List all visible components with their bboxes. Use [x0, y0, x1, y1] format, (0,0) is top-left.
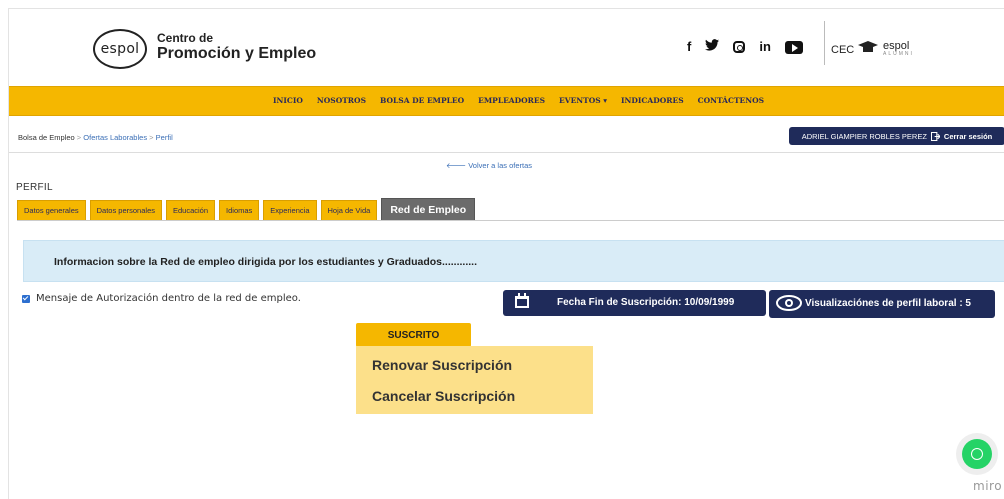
- profile-views-button[interactable]: Visualizaciónes de perfil laboral : 5: [769, 290, 995, 318]
- nav-item-eventos[interactable]: EVENTOS ▾: [559, 96, 607, 105]
- back-link-label: Volver a las ofertas: [468, 161, 533, 170]
- subscription-end-button[interactable]: Fecha Fin de Suscripción: 10/09/1999: [503, 290, 766, 316]
- nav-item-indicadores[interactable]: INDICADORES: [621, 96, 684, 105]
- header-divider: [824, 21, 825, 65]
- breadcrumb-root[interactable]: Bolsa de Empleo: [18, 133, 75, 142]
- breadcrumb-ofertas[interactable]: Ofertas Laborables: [83, 133, 147, 142]
- nav-item-empleadores[interactable]: EMPLEADORES: [478, 96, 545, 105]
- profile-tabs: Datos generales Datos personales Educaci…: [17, 198, 476, 220]
- authorization-checkbox[interactable]: [22, 295, 30, 303]
- logout-icon: [930, 131, 940, 141]
- instagram-icon[interactable]: [733, 41, 746, 53]
- miro-watermark: miro: [973, 479, 1003, 493]
- back-to-offers-link[interactable]: 🡐 Volver a las ofertas: [446, 161, 532, 170]
- social-links: f in: [687, 39, 803, 55]
- info-banner: Informacion sobre la Red de empleo dirig…: [23, 240, 1004, 282]
- brand-line1: Centro de: [157, 31, 214, 45]
- logout-label: Cerrar sesión: [943, 131, 993, 141]
- page-title: PERFIL: [16, 182, 53, 193]
- user-logout-button[interactable]: ADRIEL GIAMPIER ROBLES PEREZ Cerrar sesi…: [789, 127, 1004, 145]
- espol-logo[interactable]: espol: [93, 29, 147, 69]
- user-name: ADRIEL GIAMPIER ROBLES PEREZ: [801, 131, 927, 141]
- arrow-left-icon: 🡐: [446, 161, 467, 170]
- page-frame: espol Centro de Promoción y Empleo f in …: [8, 8, 1004, 499]
- eye-icon: [776, 295, 802, 311]
- breadcrumb-perfil[interactable]: Perfil: [156, 133, 173, 142]
- divider: [9, 152, 1004, 153]
- breadcrumb-separator: >: [76, 133, 82, 142]
- tab-red-de-empleo[interactable]: Red de Empleo: [381, 198, 476, 220]
- suscrito-button[interactable]: SUSCRITO: [356, 323, 471, 347]
- youtube-icon[interactable]: [784, 40, 803, 54]
- alumni-logo[interactable]: espol ALUMNI: [883, 40, 914, 57]
- authorization-label: Mensaje de Autorización dentro de la red…: [36, 293, 301, 304]
- nav-item-nosotros[interactable]: NOSOTROS: [317, 96, 366, 105]
- nav-item-inicio[interactable]: INICIO: [273, 96, 303, 105]
- breadcrumb: Bolsa de Empleo > Ofertas Laborables > P…: [18, 133, 173, 142]
- tab-experiencia[interactable]: Experiencia: [263, 200, 317, 220]
- tab-datos-generales[interactable]: Datos generales: [17, 200, 86, 220]
- linkedin-icon[interactable]: in: [759, 39, 771, 55]
- nav-item-contactenos[interactable]: CONTÁCTENOS: [698, 96, 764, 105]
- main-nav: INICIO NOSOTROS BOLSA DE EMPLEO EMPLEADO…: [9, 86, 1004, 116]
- twitter-icon[interactable]: [705, 39, 720, 55]
- tab-idiomas[interactable]: Idiomas: [219, 200, 260, 220]
- tabs-underline: [17, 220, 1004, 221]
- subscription-end-label: Fecha Fin de Suscripción: 10/09/1999: [557, 297, 735, 308]
- facebook-icon[interactable]: f: [687, 39, 691, 55]
- renew-subscription-item[interactable]: Renovar Suscripción: [372, 357, 512, 373]
- subscription-dropdown: Renovar Suscripción Cancelar Suscripción: [356, 346, 593, 414]
- tab-datos-personales[interactable]: Datos personales: [89, 200, 162, 220]
- nav-item-bolsa-de-empleo[interactable]: BOLSA DE EMPLEO: [380, 96, 464, 105]
- cec-label: CEC: [831, 44, 855, 56]
- info-text: Informacion sobre la Red de empleo dirig…: [54, 256, 478, 268]
- breadcrumb-separator: >: [149, 133, 154, 142]
- calendar-icon: [515, 293, 529, 308]
- brand-line2: Promoción y Empleo: [157, 45, 317, 62]
- tab-educacion[interactable]: Educación: [166, 200, 216, 220]
- graduation-cap-icon: [858, 41, 878, 52]
- tab-hoja-de-vida[interactable]: Hoja de Vida: [320, 200, 378, 220]
- alumni-sub: ALUMNI: [883, 51, 914, 57]
- profile-views-label: Visualizaciónes de perfil laboral : 5: [805, 298, 971, 309]
- site-header: espol Centro de Promoción y Empleo f in …: [9, 9, 1004, 81]
- cancel-subscription-item[interactable]: Cancelar Suscripción: [372, 388, 515, 404]
- whatsapp-icon[interactable]: [962, 439, 992, 469]
